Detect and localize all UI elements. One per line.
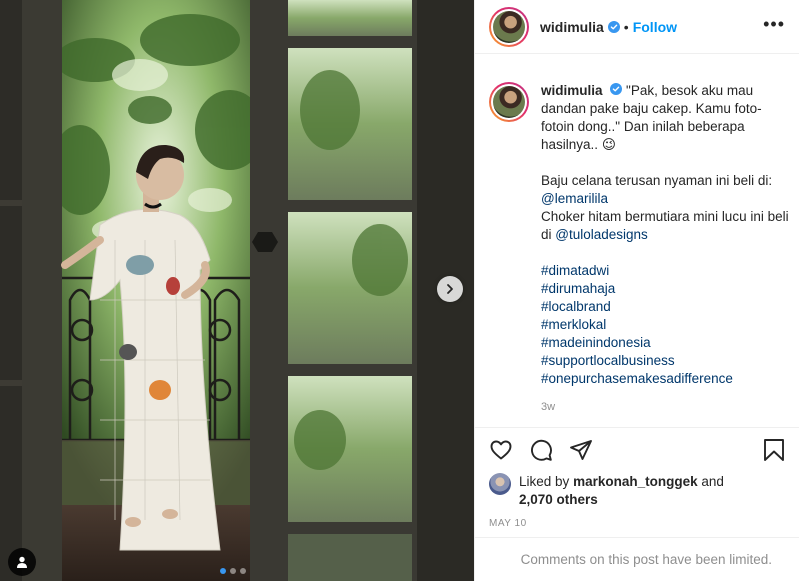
heart-icon [490,440,512,459]
liker-username[interactable]: markonah_tonggek [573,474,698,489]
liker-avatar[interactable] [489,473,511,495]
follow-button[interactable]: Follow [633,19,677,35]
comment-button[interactable] [529,438,553,462]
verified-badge-icon [607,20,620,33]
photo-illustration [0,0,474,581]
carousel-dot [230,568,236,574]
header-separator: • [623,18,629,35]
hashtag-link[interactable]: #onepurchasemakesadifference [541,371,733,386]
caption-text-outfit: Baju celana terusan nyaman ini beli di: [541,173,773,188]
more-options-button[interactable]: ••• [763,14,785,34]
tagged-users-button[interactable] [8,548,36,576]
header-username[interactable]: widimulia [540,19,604,35]
caption-username[interactable]: widimulia [541,83,603,98]
hashtag-link[interactable]: #merklokal [541,317,606,332]
action-bar [475,427,799,471]
avatar-image [493,10,525,43]
hashtag-link[interactable]: #dimatadwi [541,263,609,278]
save-button[interactable] [762,438,786,462]
wink-emoji: 😉 [601,137,616,152]
caption-avatar[interactable] [489,82,529,122]
carousel-dot [220,568,226,574]
hashtag-link[interactable]: #dirumahaja [541,281,615,296]
like-button[interactable] [489,438,513,462]
hashtag-link[interactable]: #supportlocalbusiness [541,353,675,368]
post-header: widimulia • Follow ••• [475,0,799,54]
likes-prefix: Liked by [519,474,570,489]
post-date[interactable]: MAY 10 [489,518,527,529]
instagram-post: widimulia • Follow ••• widimulia "Pak, b… [0,0,799,581]
avatar[interactable] [489,6,529,47]
user-tag-icon [17,556,27,568]
hashtag-link[interactable]: #madeinindonesia [541,335,651,350]
caption: widimulia "Pak, besok aku mau dandan pak… [489,82,789,416]
mention-link[interactable]: @lemarilila [541,191,608,206]
comments-limited-notice: Comments on this post have been limited. [475,537,799,581]
mention-link[interactable]: @tuloladesigns [555,227,648,242]
likes-conj: and [701,474,724,489]
hashtag-link[interactable]: #localbrand [541,299,611,314]
likes-others-link[interactable]: 2,070 others [519,492,598,507]
bookmark-icon [764,438,784,461]
likes-summary: Liked by markonah_tonggek and 2,070 othe… [489,473,724,509]
carousel-dot [240,568,246,574]
chevron-right-icon [447,284,453,294]
avatar-image [493,86,525,118]
post-photo[interactable] [0,0,474,581]
verified-badge-icon [610,83,623,95]
next-photo-button[interactable] [437,276,463,302]
caption-timestamp[interactable]: 3w [541,398,789,416]
comment-icon [531,439,552,461]
share-button[interactable] [569,438,593,462]
share-icon [570,439,592,460]
carousel-indicator [220,568,246,574]
post-side-panel: widimulia • Follow ••• widimulia "Pak, b… [474,0,799,581]
caption-body: widimulia "Pak, besok aku mau dandan pak… [541,82,789,416]
